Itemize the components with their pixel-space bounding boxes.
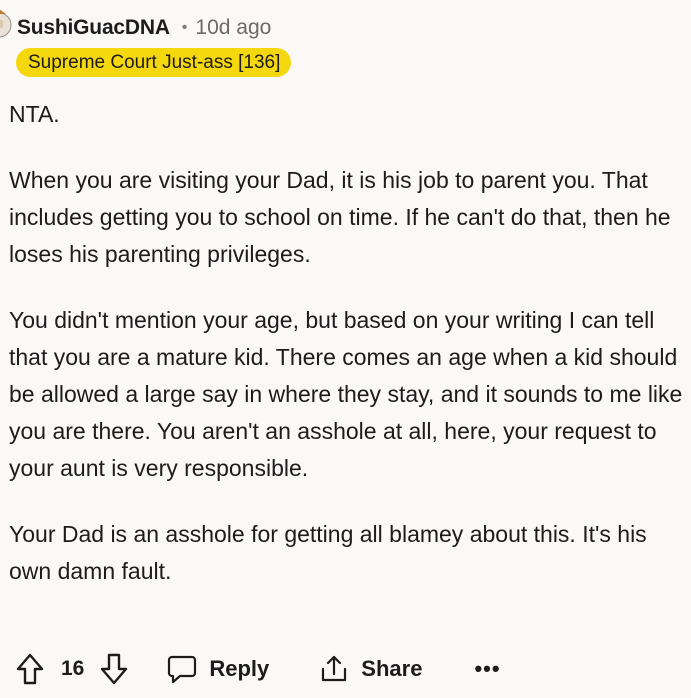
- comment-paragraph: Your Dad is an asshole for getting all b…: [9, 521, 647, 584]
- comment-paragraph: You didn't mention your age, but based o…: [9, 307, 683, 481]
- comment-paragraph: NTA.: [9, 101, 60, 127]
- share-icon: [319, 654, 349, 684]
- speech-bubble-icon: [167, 654, 197, 684]
- reply-button[interactable]: Reply: [167, 654, 269, 684]
- username[interactable]: SushiGuacDNA: [17, 16, 170, 40]
- share-label: Share: [361, 656, 423, 681]
- downvote-arrow-icon[interactable]: [99, 653, 129, 685]
- comment-body: NTA. When you are visiting your Dad, it …: [9, 96, 685, 619]
- comment: SushiGuacDNA • 10d ago Supreme Court Jus…: [0, 0, 691, 698]
- upvote-arrow-icon[interactable]: [15, 653, 45, 685]
- user-flair: Supreme Court Just-ass [136]: [16, 48, 292, 77]
- user-avatar[interactable]: [0, 8, 12, 38]
- share-button[interactable]: Share: [319, 654, 422, 684]
- comment-header: SushiGuacDNA • 10d ago: [17, 12, 271, 44]
- separator-dot: •: [181, 19, 188, 36]
- timestamp[interactable]: 10d ago: [195, 16, 271, 40]
- avatar-icon: [0, 9, 12, 38]
- more-options-button[interactable]: •••: [474, 656, 500, 682]
- vote-score: 16: [61, 657, 85, 680]
- comment-actions: 16 Reply Share •••: [15, 648, 501, 690]
- comment-paragraph: When you are visiting your Dad, it is hi…: [9, 167, 671, 267]
- reply-label: Reply: [209, 656, 270, 681]
